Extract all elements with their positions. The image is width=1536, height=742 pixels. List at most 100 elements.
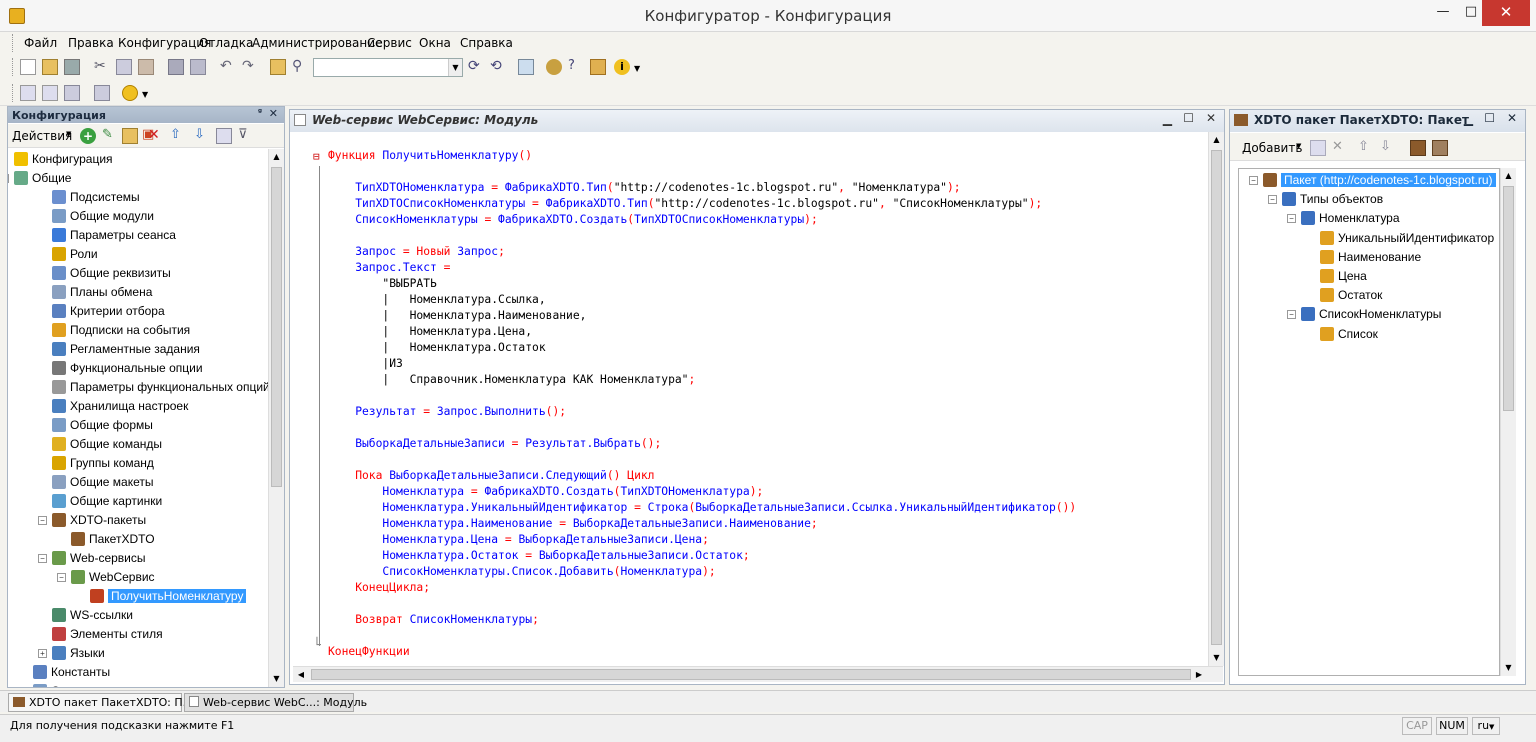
code-line[interactable]: Запрос.Текст = [328, 260, 450, 276]
tree-item[interactable]: Общие реквизиты [52, 264, 171, 283]
xdto-tree-scrollbar[interactable]: ▲ ▼ [1500, 168, 1516, 676]
xdto-delete-icon[interactable]: ✕ [1332, 140, 1348, 156]
redo-icon[interactable]: ↷ [242, 59, 258, 75]
tree-item[interactable]: Функциональные опции [52, 359, 203, 378]
tree-item[interactable]: − Типы объектов [1268, 190, 1383, 209]
panel-close-icon[interactable]: ✕ [269, 107, 278, 120]
tree-item[interactable]: − XDTO-пакеты [38, 511, 146, 530]
copy-icon[interactable] [116, 59, 132, 75]
tree-item[interactable]: Регламентные задания [52, 340, 200, 359]
tree-item[interactable]: УникальныйИдентификатор [1320, 229, 1494, 248]
code-line[interactable]: Возврат СписокНоменклатуры; [328, 612, 539, 628]
code-line[interactable]: ТипXDTOНоменклатура = ФабрикаXDTO.Тип("h… [328, 180, 960, 196]
editor-minimize-button[interactable]: ▁ [1163, 112, 1172, 126]
scroll-up-icon[interactable]: ▲ [269, 149, 284, 165]
tree-item[interactable]: − Общие [8, 169, 71, 188]
tree-item[interactable]: Константы [33, 663, 110, 682]
sort-icon[interactable] [216, 128, 232, 144]
move-down-icon[interactable]: ⇩ [194, 128, 210, 144]
tree-item[interactable]: ПакетXDTO [71, 530, 155, 549]
actions-dropdown-icon[interactable]: ▼ [66, 130, 71, 138]
xdto-import-icon[interactable] [1410, 140, 1426, 156]
editor-close-button[interactable]: ✕ [1206, 111, 1216, 125]
tree-item[interactable]: − WebСервис [57, 568, 155, 587]
cut-icon[interactable]: ✂ [94, 59, 110, 75]
tree-item[interactable]: Планы обмена [52, 283, 152, 302]
tree-expander-icon[interactable]: − [38, 516, 47, 525]
tree-expander-icon[interactable]: − [8, 174, 9, 183]
code-line[interactable]: "ВЫБРАТЬ [328, 276, 436, 292]
xdto-close-button[interactable]: ✕ [1507, 111, 1517, 125]
tree-expander-icon[interactable]: − [1268, 195, 1277, 205]
code-line[interactable]: Номенклатура.Наименование = ВыборкаДетал… [328, 516, 817, 532]
tree-item[interactable]: Общие формы [52, 416, 153, 435]
tree-item[interactable]: Элементы стиля [52, 625, 163, 644]
delete-icon[interactable]: ✕ [148, 128, 164, 144]
open-folder-icon[interactable] [42, 59, 58, 75]
tree-item[interactable]: ПолучитьНоменклатуру [90, 587, 247, 606]
close-button[interactable]: ✕ [1482, 0, 1530, 26]
assistant-icon[interactable] [546, 59, 562, 75]
search-combobox[interactable]: ▼ [313, 58, 463, 77]
editor-scroll-up-icon[interactable]: ▲ [1209, 132, 1224, 148]
print-preview-icon[interactable] [190, 59, 206, 75]
window-list-icon[interactable] [94, 85, 110, 101]
code-line[interactable]: Номенклатура = ФабрикаXDTO.Создать(ТипXD… [328, 484, 763, 500]
add-icon[interactable]: + [80, 128, 96, 144]
new-file-icon[interactable] [20, 59, 36, 75]
properties-icon[interactable] [64, 85, 80, 101]
find-next-icon[interactable]: ⟳ [468, 59, 484, 75]
syntax-helper-icon[interactable] [590, 59, 606, 75]
tree-item[interactable]: − Пакет (http://codenotes-1c.blogspot.ru) [1249, 171, 1496, 190]
tree-item[interactable]: Хранилища настроек [52, 397, 188, 416]
paste-icon[interactable] [138, 59, 154, 75]
edit-icon[interactable]: ✎ [102, 128, 118, 144]
toolbar-dropdown-icon[interactable]: ▼ [634, 59, 650, 75]
add-dropdown-icon[interactable]: ▼ [1296, 142, 1301, 150]
tree-item[interactable]: − Web-сервисы [38, 549, 146, 568]
tree-item[interactable]: Список [1320, 325, 1378, 344]
info-icon[interactable]: i [614, 59, 630, 75]
code-line[interactable]: | Номенклатура.Цена, [328, 324, 532, 340]
tree-item[interactable]: Конфигурация [14, 150, 113, 169]
run-dropdown-icon[interactable]: ▼ [142, 85, 158, 101]
chevron-down-icon[interactable]: ▼ [448, 59, 462, 76]
toolbar2-grip[interactable] [12, 84, 15, 102]
code-line[interactable]: |ИЗ [328, 356, 402, 372]
code-line[interactable]: Номенклатура.УникальныйИдентификатор = С… [328, 500, 1076, 516]
help-search-icon[interactable]: ? [568, 59, 584, 75]
xdto-move-down-icon[interactable]: ⇩ [1380, 140, 1396, 156]
scroll-down-icon[interactable]: ▼ [269, 671, 284, 687]
editor-scroll-down-icon[interactable]: ▼ [1209, 650, 1224, 666]
code-area[interactable]: ⊟ └ Функция ПолучитьНоменклатуру() ТипXD… [293, 136, 1207, 666]
xdto-scroll-thumb[interactable] [1503, 186, 1514, 411]
config-tree-scrollbar[interactable]: ▲ ▼ [268, 149, 284, 687]
menu-edit[interactable]: Правка [68, 36, 114, 50]
tree-expander-icon[interactable]: + [38, 649, 47, 658]
editor-vscrollbar[interactable]: ▲ ▼ [1208, 132, 1224, 666]
code-line[interactable]: Результат = Запрос.Выполнить(); [328, 404, 566, 420]
code-line[interactable]: СписокНоменклатуры.Список.Добавить(Номен… [328, 564, 715, 580]
undo-icon[interactable]: ↶ [220, 59, 236, 75]
move-up-icon[interactable]: ⇧ [170, 128, 186, 144]
menu-service[interactable]: Сервис [367, 36, 412, 50]
tree-item[interactable]: Подсистемы [52, 188, 140, 207]
menu-grip[interactable] [12, 34, 15, 52]
tree-item[interactable]: Параметры функциональных опций [52, 378, 270, 397]
tree-expander-icon[interactable]: − [1249, 176, 1258, 185]
save-icon[interactable] [64, 59, 80, 75]
xdto-maximize-button[interactable]: ☐ [1484, 111, 1495, 125]
code-line[interactable]: | Номенклатура.Ссылка, [328, 292, 545, 308]
menu-help[interactable]: Справка [460, 36, 513, 50]
xdto-copy-icon[interactable] [1310, 140, 1326, 156]
scroll-left-icon[interactable]: ◀ [293, 667, 309, 682]
tree-item[interactable]: Подписки на события [52, 321, 190, 340]
tree-item[interactable]: Общие модули [52, 207, 154, 226]
fold-open-icon[interactable]: ⊟ [313, 150, 320, 163]
tree-expander-icon[interactable]: − [1287, 310, 1296, 320]
toolbar-grip[interactable] [12, 58, 15, 76]
language-indicator[interactable]: ru▼ [1472, 717, 1500, 735]
tree-item[interactable]: Общие макеты [52, 473, 154, 492]
run-debug-icon[interactable] [122, 85, 138, 101]
xdto-move-up-icon[interactable]: ⇧ [1358, 140, 1374, 156]
